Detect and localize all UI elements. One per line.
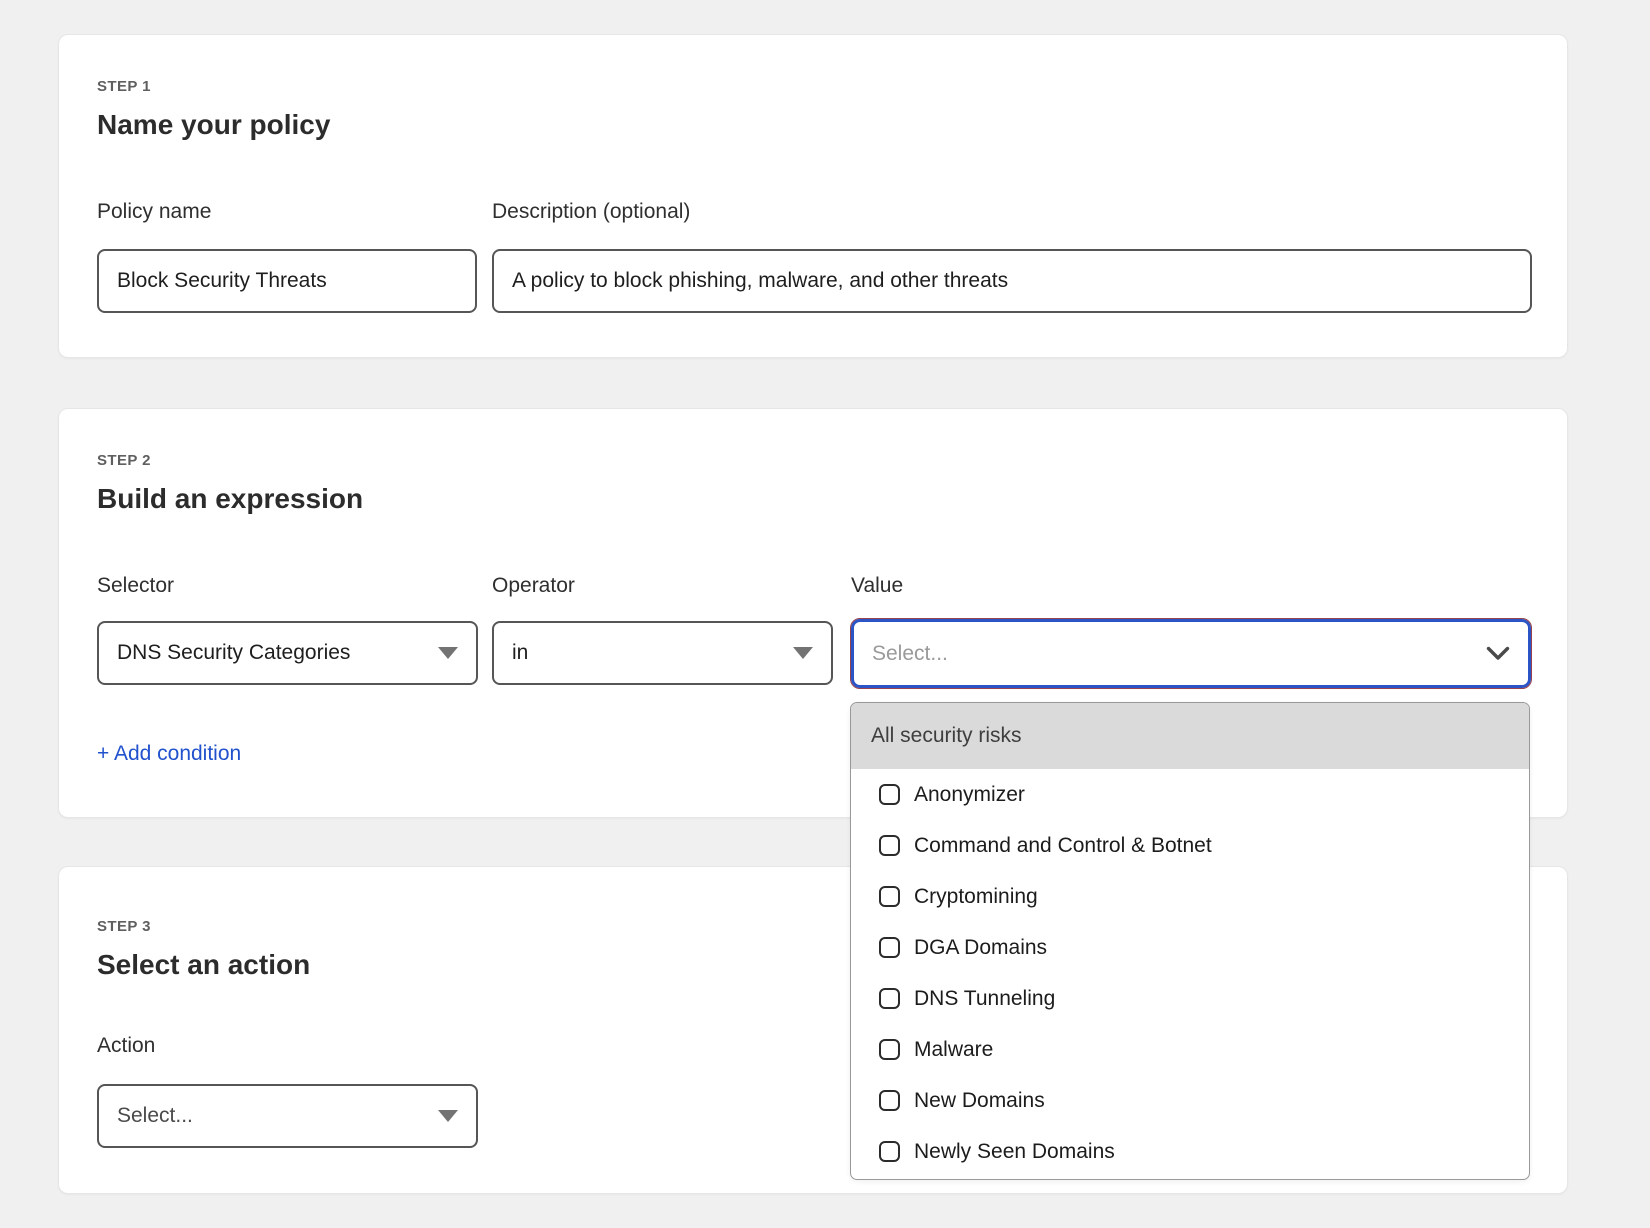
dropdown-option-label: New Domains xyxy=(914,1090,1045,1111)
operator-dropdown-value: in xyxy=(512,641,528,665)
dropdown-option-label: DGA Domains xyxy=(914,937,1047,958)
selector-dropdown-value: DNS Security Categories xyxy=(117,641,350,665)
checkbox-icon[interactable] xyxy=(879,835,900,856)
operator-dropdown[interactable]: in xyxy=(492,621,833,685)
step2-label: STEP 2 xyxy=(97,453,151,468)
value-dropdown-panel: All security risks Anonymizer Command an… xyxy=(850,702,1530,1180)
step1-label: STEP 1 xyxy=(97,79,151,94)
dropdown-option[interactable]: Cryptomining xyxy=(851,871,1529,922)
action-dropdown-placeholder: Select... xyxy=(117,1104,193,1128)
checkbox-icon[interactable] xyxy=(879,1141,900,1162)
dropdown-option[interactable]: DGA Domains xyxy=(851,922,1529,973)
chevron-down-icon xyxy=(1486,646,1510,661)
dropdown-option[interactable]: Malware xyxy=(851,1024,1529,1075)
action-dropdown[interactable]: Select... xyxy=(97,1084,478,1148)
caret-down-icon xyxy=(438,1110,458,1122)
description-label: Description (optional) xyxy=(492,201,690,222)
dropdown-option[interactable]: Anonymizer xyxy=(851,769,1529,820)
checkbox-icon[interactable] xyxy=(879,784,900,805)
step2-title: Build an expression xyxy=(97,483,363,515)
dropdown-option[interactable]: DNS Tunneling xyxy=(851,973,1529,1024)
selector-label: Selector xyxy=(97,575,174,596)
dropdown-option-label: DNS Tunneling xyxy=(914,988,1055,1009)
policy-name-label: Policy name xyxy=(97,201,211,222)
dropdown-option-label: Anonymizer xyxy=(914,784,1025,805)
checkbox-icon[interactable] xyxy=(879,988,900,1009)
selector-dropdown[interactable]: DNS Security Categories xyxy=(97,621,478,685)
caret-down-icon xyxy=(793,647,813,659)
operator-label: Operator xyxy=(492,575,575,596)
value-dropdown-placeholder: Select... xyxy=(872,642,948,666)
step1-title: Name your policy xyxy=(97,109,330,141)
dropdown-option-label: Newly Seen Domains xyxy=(914,1141,1115,1162)
add-condition-link[interactable]: + Add condition xyxy=(97,743,241,764)
step1-card: STEP 1 Name your policy Policy name Desc… xyxy=(58,34,1568,358)
dropdown-option-label: Malware xyxy=(914,1039,993,1060)
dropdown-option[interactable]: New Domains xyxy=(851,1075,1529,1126)
dropdown-option-label: Command and Control & Botnet xyxy=(914,835,1212,856)
dropdown-option[interactable]: Newly Seen Domains xyxy=(851,1126,1529,1177)
checkbox-icon[interactable] xyxy=(879,1039,900,1060)
dropdown-option[interactable]: Command and Control & Botnet xyxy=(851,820,1529,871)
dropdown-option-label: Cryptomining xyxy=(914,886,1038,907)
dropdown-group-header[interactable]: All security risks xyxy=(851,703,1529,769)
action-label: Action xyxy=(97,1035,155,1056)
dropdown-options-list: Anonymizer Command and Control & Botnet … xyxy=(851,769,1529,1177)
description-input[interactable] xyxy=(492,249,1532,313)
policy-name-input[interactable] xyxy=(97,249,477,313)
step3-title: Select an action xyxy=(97,949,310,981)
checkbox-icon[interactable] xyxy=(879,937,900,958)
step3-label: STEP 3 xyxy=(97,919,151,934)
value-dropdown-trigger[interactable]: Select... xyxy=(851,619,1531,688)
checkbox-icon[interactable] xyxy=(879,886,900,907)
checkbox-icon[interactable] xyxy=(879,1090,900,1111)
value-label: Value xyxy=(851,575,903,596)
caret-down-icon xyxy=(438,647,458,659)
